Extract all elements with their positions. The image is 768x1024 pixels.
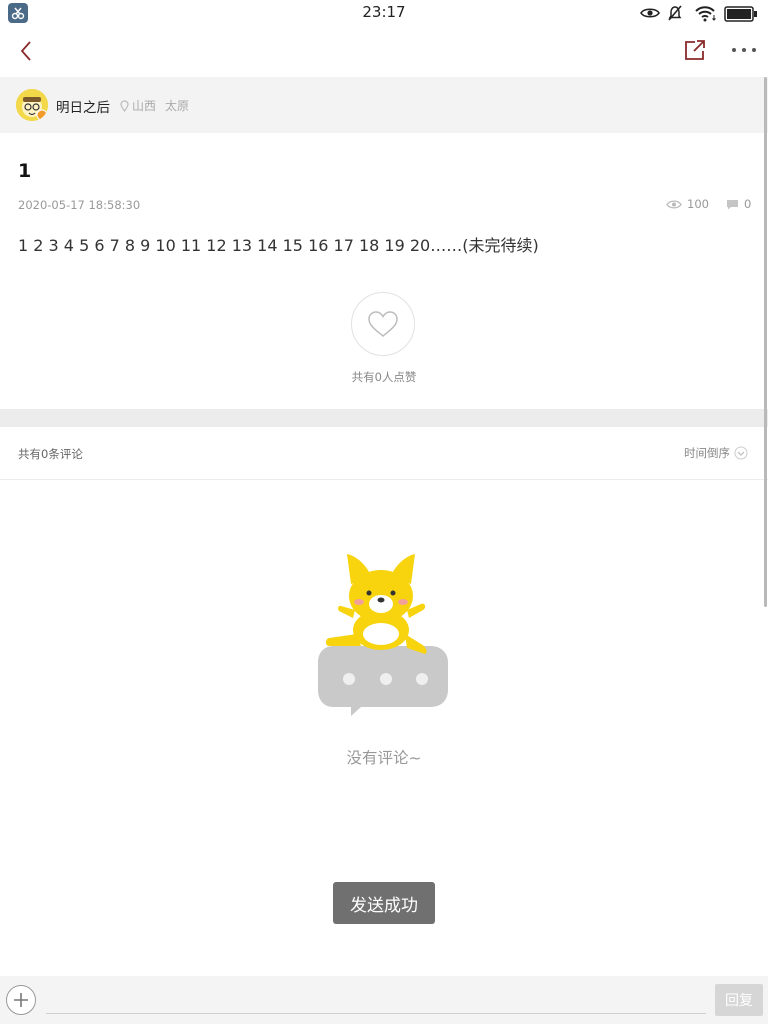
sort-label: 时间倒序 [684, 446, 730, 460]
chevron-down-icon [734, 446, 748, 460]
author-bar [0, 77, 768, 133]
avatar-image [16, 89, 48, 121]
wifi-icon [695, 6, 716, 22]
location-city: 太原 [165, 99, 190, 113]
divider [0, 479, 768, 480]
location: 山西 太原 [120, 97, 189, 114]
reply-input[interactable] [46, 984, 706, 1014]
toast-message: 发送成功 [333, 882, 435, 924]
post-timestamp: 2020-05-17 18:58:30 [18, 198, 141, 212]
more-button[interactable] [728, 36, 760, 64]
empty-comments-text: 没有评论~ [346, 749, 422, 767]
mascot-illustration [318, 554, 448, 716]
like-button[interactable] [351, 292, 415, 356]
back-icon [20, 41, 31, 61]
post-body: 1 2 3 4 5 6 7 8 9 10 11 12 13 14 15 16 1… [18, 236, 539, 255]
share-button[interactable] [682, 38, 710, 64]
comment-count-value: 0 [744, 197, 752, 211]
avatar[interactable] [16, 89, 48, 121]
scrollbar[interactable] [764, 77, 767, 607]
battery-icon [724, 6, 757, 22]
heart-icon [368, 311, 398, 337]
location-province: 山西 [132, 99, 157, 113]
mute-icon [668, 5, 682, 21]
plus-icon [14, 993, 28, 1007]
comment-icon [727, 199, 738, 209]
add-button[interactable] [6, 985, 36, 1015]
eye-icon [666, 199, 682, 209]
back-button[interactable] [12, 36, 40, 66]
location-pin-icon [120, 99, 129, 112]
reply-button[interactable]: 回复 [715, 984, 763, 1016]
post-title: 1 [18, 160, 32, 182]
section-divider [0, 409, 768, 427]
view-count-value: 100 [687, 197, 709, 211]
share-icon [685, 40, 705, 60]
comment-count: 0 [726, 197, 751, 211]
comment-total: 共有0条评论 [18, 447, 83, 461]
sort-button[interactable]: 时间倒序 [684, 445, 748, 461]
view-count: 100 [666, 197, 709, 211]
more-icon [732, 48, 756, 52]
author-name[interactable]: 明日之后 [56, 96, 110, 116]
like-summary: 共有0人点赞 [351, 370, 417, 384]
eye-icon [640, 8, 660, 18]
